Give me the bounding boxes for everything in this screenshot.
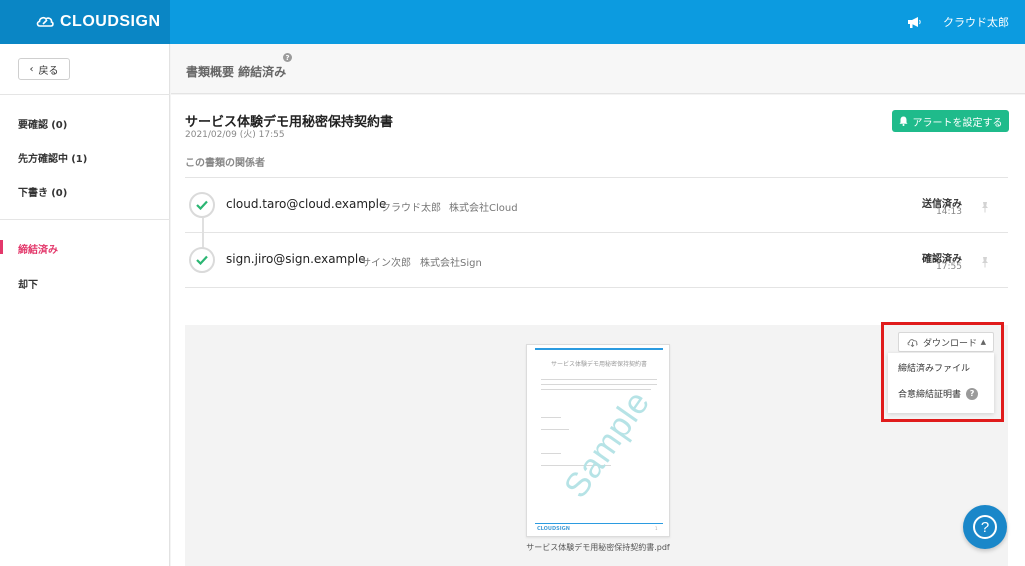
- document-thumbnail[interactable]: サービス体験デモ用秘密保持契約書 Sample CLOUDSIGN 1: [526, 344, 670, 537]
- sidebar-item-completed[interactable]: 締結済み: [18, 241, 58, 256]
- thumbnail-text-line: [541, 429, 569, 430]
- set-alert-label: アラートを設定する: [912, 117, 1003, 129]
- thumbnail-text-line: [541, 417, 561, 418]
- sidebar-item-needs-review[interactable]: 要確認 (0): [18, 116, 67, 131]
- party-name: クラウド太郎: [381, 203, 441, 214]
- related-parties-heading: この書類の関係者: [185, 158, 265, 169]
- divider: [185, 232, 1008, 233]
- thumbnail-text-line: [541, 384, 657, 385]
- sidebar-item-rejected[interactable]: 却下: [18, 276, 38, 291]
- sidebar-item-label: 要確認: [18, 120, 48, 131]
- party-name: サイン次郎: [361, 258, 411, 269]
- sidebar-item-count: (0): [51, 120, 68, 131]
- sidebar: ‹ 戻る 要確認 (0) 先方確認中 (1) 下書き (0) 締結済み 却下: [0, 44, 170, 566]
- download-button-label: ダウンロード: [923, 338, 978, 349]
- party-email: sign.jiro@sign.example: [226, 252, 366, 266]
- logo-text: CLOUDSIGN: [60, 13, 161, 30]
- thumbnail-text-line: [541, 379, 657, 380]
- divider: [185, 287, 1008, 288]
- page-title: 書類概要 締結済み: [186, 65, 287, 79]
- page-title-bar: 書類概要 締結済み ?: [171, 44, 1025, 94]
- sidebar-item-awaiting[interactable]: 先方確認中 (1): [18, 150, 87, 165]
- menu-item-label: 合意締結証明書: [898, 390, 962, 400]
- top-header: CLOUDSIGN クラウド太郎: [0, 0, 1025, 44]
- thumbnail-footer-logo: CLOUDSIGN: [537, 526, 570, 532]
- thumbnail-header-line: [535, 348, 663, 350]
- help-icon[interactable]: ?: [966, 387, 979, 400]
- sidebar-item-count: (0): [51, 188, 68, 199]
- download-menu-item-certificate[interactable]: 合意締結証明書 ?: [898, 387, 979, 400]
- sidebar-item-label: 締結済み: [18, 245, 58, 256]
- document-filename[interactable]: サービス体験デモ用秘密保持契約書.pdf: [526, 542, 670, 553]
- set-alert-button[interactable]: アラートを設定する: [892, 110, 1009, 132]
- help-floating-button[interactable]: ?: [963, 505, 1007, 549]
- download-button[interactable]: ダウンロード ▲: [898, 332, 994, 352]
- logo[interactable]: CLOUDSIGN: [0, 0, 170, 44]
- cloud-download-icon: [907, 338, 918, 347]
- sidebar-item-label: 却下: [18, 280, 38, 291]
- party-email: cloud.taro@cloud.example: [226, 197, 387, 211]
- party-company: 株式会社Cloud: [449, 203, 518, 214]
- back-button-label: 戻る: [38, 65, 59, 77]
- menu-item-label: 締結済みファイル: [898, 364, 971, 374]
- party-time: 17:55: [936, 262, 962, 272]
- cloud-pen-icon: [36, 13, 54, 32]
- sidebar-item-drafts[interactable]: 下書き (0): [18, 184, 67, 199]
- thumbnail-title: サービス体験デモ用秘密保持契約書: [550, 361, 647, 368]
- sidebar-item-count: (1): [71, 154, 88, 165]
- party-company: 株式会社Sign: [420, 258, 482, 269]
- divider: [185, 177, 1008, 178]
- document-date: 2021/02/09 (火) 17:55: [185, 130, 285, 140]
- party-time: 14:13: [936, 207, 962, 217]
- divider: [0, 94, 170, 95]
- sample-watermark: Sample: [556, 383, 658, 505]
- thumbnail-text-line: [541, 453, 561, 454]
- pin-icon[interactable]: [980, 198, 990, 217]
- question-icon: ?: [973, 515, 997, 539]
- sidebar-item-label: 先方確認中: [18, 154, 68, 165]
- check-icon: [189, 192, 215, 218]
- megaphone-icon[interactable]: [907, 16, 921, 29]
- thumbnail-page-number: 1: [655, 526, 658, 531]
- active-indicator: [0, 240, 3, 254]
- back-button[interactable]: ‹ 戻る: [18, 58, 70, 80]
- divider: [0, 219, 170, 220]
- user-menu[interactable]: クラウド太郎: [943, 14, 1009, 30]
- chevron-left-icon: ‹: [29, 63, 34, 75]
- check-icon: [189, 247, 215, 273]
- download-menu-item-signed-file[interactable]: 締結済みファイル: [898, 361, 970, 374]
- caret-up-icon: ▲: [980, 338, 986, 346]
- thumbnail-footer-line: [535, 523, 663, 524]
- bell-icon: [899, 116, 908, 126]
- sidebar-item-label: 下書き: [18, 188, 48, 199]
- download-menu: 締結済みファイル 合意締結証明書 ?: [888, 353, 994, 413]
- pin-icon[interactable]: [980, 253, 990, 272]
- help-icon[interactable]: ?: [283, 53, 292, 62]
